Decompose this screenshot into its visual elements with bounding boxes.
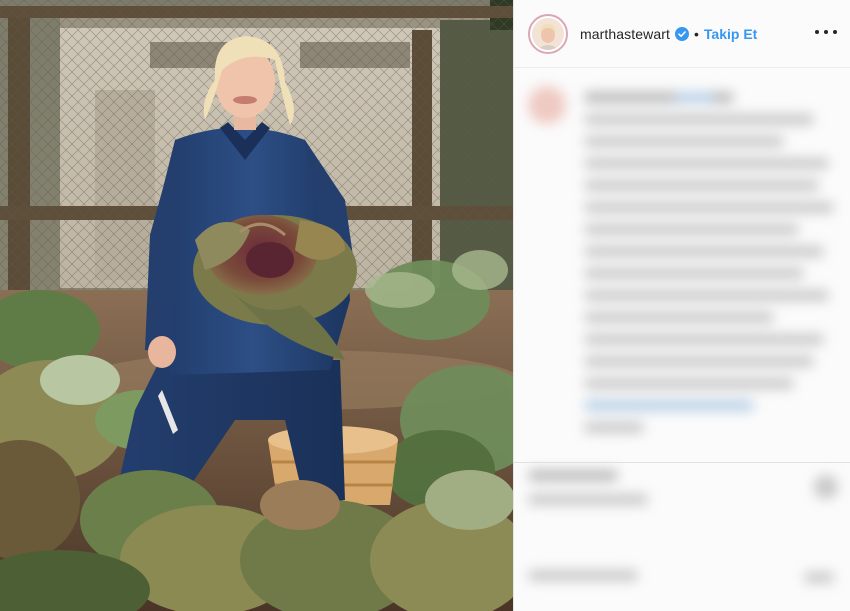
profile-avatar[interactable] [528,13,568,54]
username-link[interactable]: marthastewart [580,26,670,42]
separator-dot: • [694,25,699,42]
post-side-panel: marthastewart • Takip Et [513,0,850,611]
post-photo[interactable] [0,0,513,611]
follow-button[interactable]: Takip Et [704,26,757,42]
more-options-icon[interactable] [815,24,837,40]
post-header: marthastewart • Takip Et [514,0,850,68]
verified-badge-icon [675,26,689,41]
garden-photo-illustration [0,0,513,611]
blurred-caption-area [514,70,850,611]
avatar-image [532,17,564,50]
